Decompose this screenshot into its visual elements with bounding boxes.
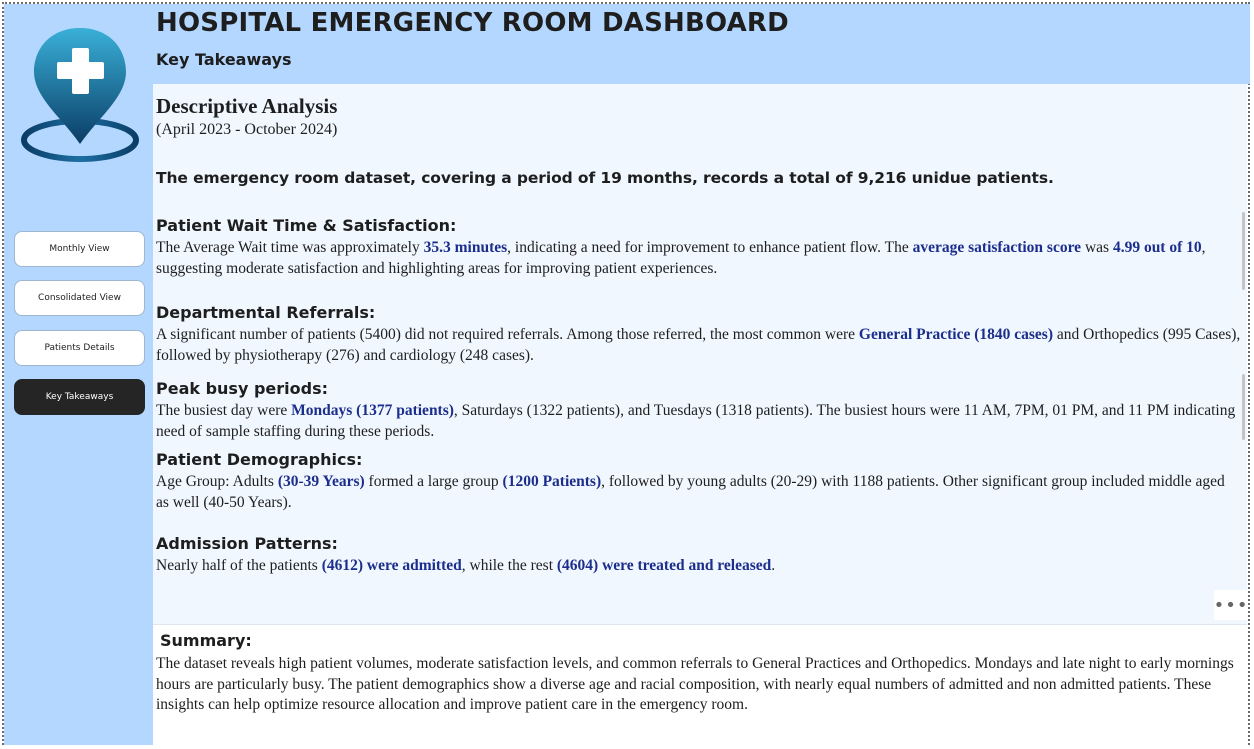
- admission-heading: Admission Patterns:: [156, 534, 338, 553]
- nav-button-patients-details[interactable]: Patients Details: [14, 330, 145, 366]
- scrollbar[interactable]: [1242, 212, 1245, 290]
- peak-periods-heading: Peak busy periods:: [156, 379, 328, 398]
- sidebar: Monthly View Consolidated View Patients …: [4, 4, 153, 745]
- referrals-paragraph: A significant number of patients (5400) …: [156, 326, 1241, 364]
- summary-panel: Summary: The dataset reveals high patien…: [153, 624, 1247, 746]
- summary-heading: Summary:: [160, 631, 252, 650]
- page-subtitle: Key Takeaways: [156, 50, 292, 69]
- wait-time-heading: Patient Wait Time & Satisfaction:: [156, 216, 457, 235]
- analysis-period: (April 2023 - October 2024): [156, 121, 338, 138]
- demographics-paragraph: Age Group: Adults (30-39 Years) formed a…: [156, 473, 1225, 511]
- analysis-overview: The emergency room dataset, covering a p…: [156, 169, 1054, 187]
- summary-paragraph: The dataset reveals high patient volumes…: [156, 655, 1234, 713]
- page-title: HOSPITAL EMERGENCY ROOM DASHBOARD: [156, 8, 789, 38]
- scrollbar[interactable]: [1242, 374, 1245, 440]
- analysis-heading: Descriptive Analysis: [156, 94, 338, 118]
- demographics-heading: Patient Demographics:: [156, 450, 363, 469]
- nav-button-consolidated-view[interactable]: Consolidated View: [14, 280, 145, 316]
- header-banner: HOSPITAL EMERGENCY ROOM DASHBOARD Key Ta…: [153, 4, 1250, 84]
- more-options-icon[interactable]: •••: [1214, 590, 1248, 620]
- nav-button-key-takeaways[interactable]: Key Takeaways: [14, 379, 145, 415]
- referrals-heading: Departmental Referrals:: [156, 303, 376, 322]
- medical-location-pin-icon: [21, 28, 139, 162]
- peak-periods-paragraph: The busiest day were Mondays (1377 patie…: [156, 402, 1236, 440]
- wait-time-paragraph: The Average Wait time was approximately …: [156, 239, 1206, 277]
- analysis-panel: Descriptive Analysis (April 2023 - Octob…: [153, 84, 1247, 624]
- admission-paragraph: Nearly half of the patients (4612) were …: [156, 557, 776, 574]
- nav-button-monthly-view[interactable]: Monthly View: [14, 231, 145, 267]
